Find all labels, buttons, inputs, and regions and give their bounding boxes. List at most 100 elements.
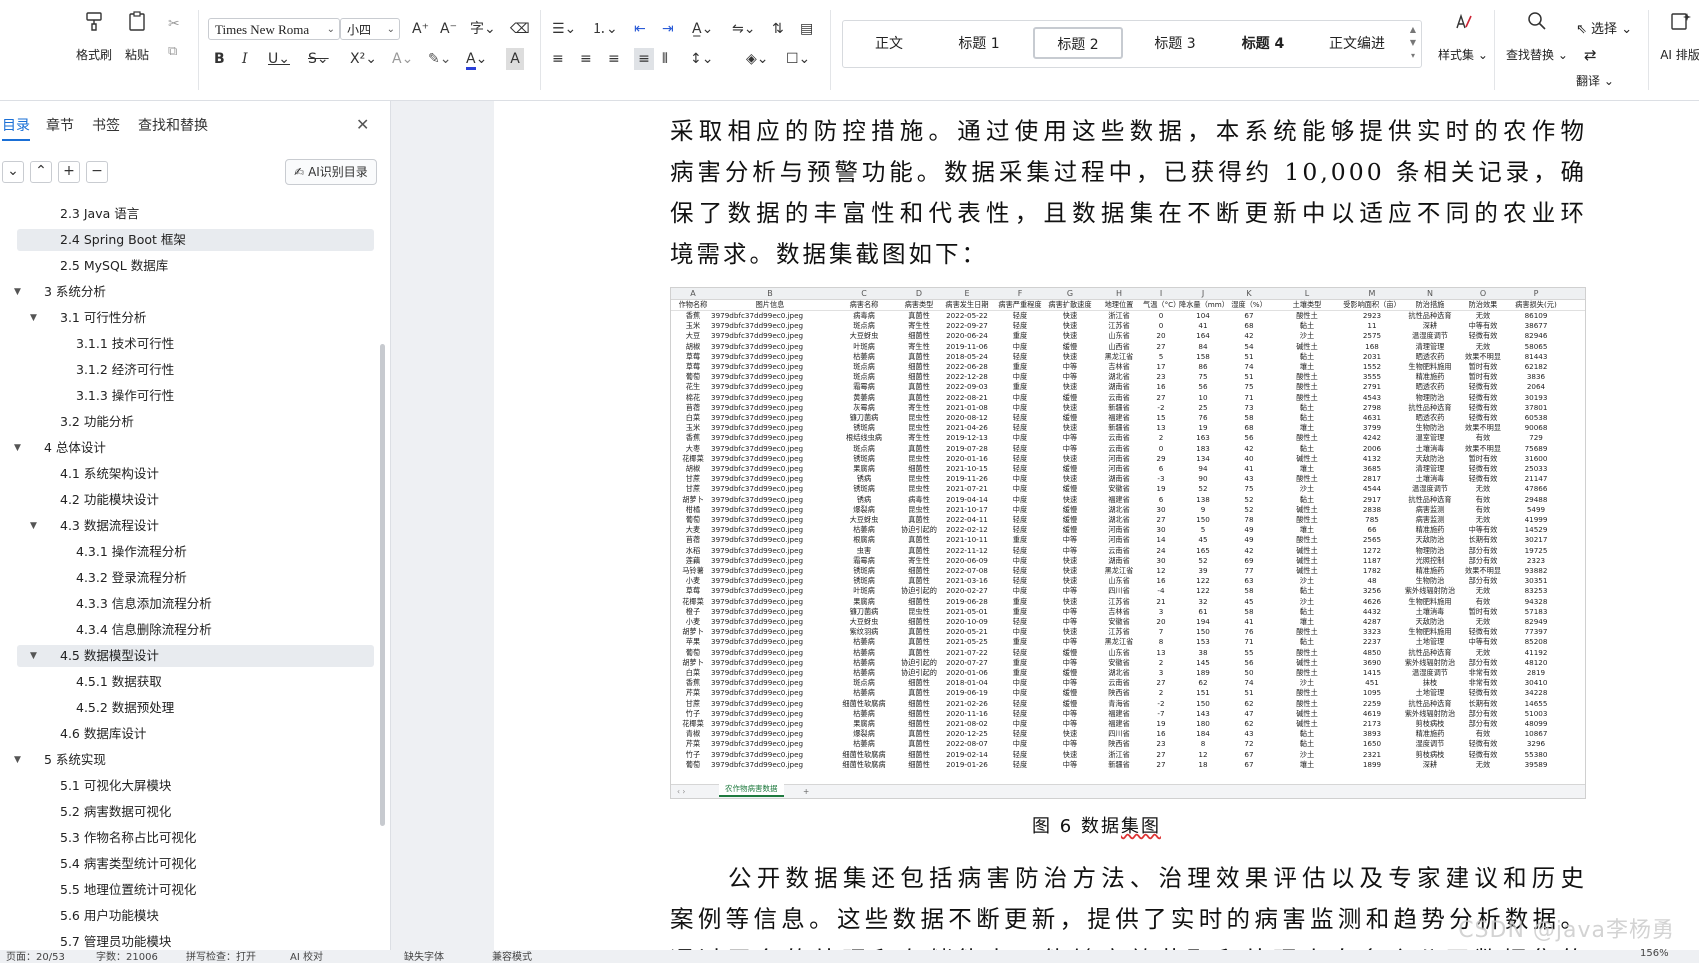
page-indicator[interactable]: 页面：20/53: [6, 948, 65, 963]
style-heading-4[interactable]: 标题 4: [1227, 27, 1299, 59]
toc-item[interactable]: 5.7 管理员功能模块: [0, 929, 380, 950]
toc-item[interactable]: 4.3.2 登录流程分析: [0, 565, 380, 591]
cut-icon[interactable]: ✂: [168, 16, 180, 32]
missing-font-warning[interactable]: 缺失字体: [404, 948, 444, 963]
style-body-indent[interactable]: 正文编进: [1315, 27, 1399, 59]
strikethrough-icon[interactable]: S⌄: [308, 48, 329, 70]
italic-icon[interactable]: I: [242, 48, 248, 70]
bold-icon[interactable]: B: [214, 48, 225, 70]
add-heading-icon[interactable]: +: [58, 161, 80, 183]
copy-icon[interactable]: ⧉: [168, 44, 177, 59]
char-shading-icon[interactable]: A: [506, 48, 524, 70]
underline-icon[interactable]: U⌄: [268, 48, 290, 70]
expand-arrow-icon[interactable]: ▼: [14, 747, 21, 773]
zoom-level[interactable]: 156%: [1640, 948, 1669, 959]
text-direction-icon[interactable]: A̲⌄: [692, 18, 713, 40]
distributed-icon[interactable]: ⫴: [662, 48, 668, 70]
ai-layout-button[interactable]: AI 排版: [1658, 8, 1699, 63]
style-set-button[interactable]: 样式集 ⌄: [1438, 8, 1488, 63]
paste-button[interactable]: 粘贴: [124, 8, 150, 63]
bullet-list-icon[interactable]: ☰⌄: [552, 18, 576, 40]
expand-arrow-icon[interactable]: ▼: [30, 305, 37, 331]
toc-item[interactable]: 4.3.1 操作流程分析: [0, 539, 380, 565]
toc-item[interactable]: 3.2 功能分析: [0, 409, 380, 435]
tab-bookmarks[interactable]: 书签: [92, 115, 120, 135]
border-icon[interactable]: ☐⌄: [786, 48, 810, 70]
collapse-all-icon[interactable]: ⌄: [2, 161, 24, 183]
toc-item[interactable]: 5.4 病害类型统计可视化: [0, 851, 380, 877]
align-right-icon[interactable]: ≡: [608, 48, 620, 70]
tab-find-replace[interactable]: 查找和替换: [138, 115, 208, 135]
font-name-select[interactable]: Times New Roma ⌄: [208, 18, 340, 40]
shading-icon[interactable]: ◈⌄: [746, 48, 769, 70]
expand-arrow-icon[interactable]: ▼: [30, 643, 37, 669]
toc-item[interactable]: 5.2 病害数据可视化: [0, 799, 380, 825]
ai-proof-button[interactable]: AI 校对: [290, 948, 323, 963]
shrink-font-icon[interactable]: A⁻: [440, 18, 457, 40]
toc-item[interactable]: 4.5.1 数据获取: [0, 669, 380, 695]
toc-item[interactable]: 4.3.4 信息删除流程分析: [0, 617, 380, 643]
chinese-layout-icon[interactable]: ⇋⌄: [732, 18, 755, 40]
increase-indent-icon[interactable]: ⇥: [662, 18, 674, 40]
toc-item[interactable]: 5.3 作物名称占比可视化: [0, 825, 380, 851]
font-color-icon[interactable]: A⌄: [466, 48, 487, 70]
toc-item[interactable]: ▼ 5 系统实现: [0, 747, 380, 773]
toc-item[interactable]: ▼ 4 总体设计: [0, 435, 380, 461]
align-center-icon[interactable]: ≡: [580, 48, 592, 70]
expand-arrow-icon[interactable]: ▼: [30, 513, 37, 539]
toc-scrollbar[interactable]: [380, 344, 385, 826]
toc-item[interactable]: 3.1.3 操作可行性: [0, 383, 380, 409]
word-count[interactable]: 字数：21006: [96, 948, 158, 963]
toc-item[interactable]: 3.1.2 经济可行性: [0, 357, 380, 383]
clear-format-icon[interactable]: ⌫: [510, 18, 530, 40]
toc-item[interactable]: 5.1 可视化大屏模块: [0, 773, 380, 799]
grow-font-icon[interactable]: A⁺: [412, 18, 429, 40]
expand-up-icon[interactable]: ⌃: [30, 161, 52, 183]
toc-item[interactable]: 2.5 MySQL 数据库: [0, 253, 380, 279]
toc-item[interactable]: 4.2 功能模块设计: [0, 487, 380, 513]
text-effect-icon[interactable]: A⌄: [392, 48, 413, 70]
decrease-indent-icon[interactable]: ⇤: [634, 18, 646, 40]
toc-item[interactable]: 4.6 数据库设计: [0, 721, 380, 747]
numbered-list-icon[interactable]: ⒈⌄: [592, 18, 618, 40]
font-size-select[interactable]: 小四 ⌄: [340, 18, 400, 40]
toc-item[interactable]: ▼ 4.3 数据流程设计: [0, 513, 380, 539]
remove-heading-icon[interactable]: −: [86, 161, 108, 183]
justify-icon[interactable]: ≡: [634, 48, 654, 70]
style-heading-1[interactable]: 标题 1: [943, 27, 1015, 59]
highlight-icon[interactable]: ✎⌄: [428, 48, 451, 70]
toc-item[interactable]: 2.4 Spring Boot 框架: [0, 227, 380, 253]
format-painter-button[interactable]: 格式刷: [76, 8, 112, 63]
spell-check-status[interactable]: 拼写检查：打开: [186, 948, 256, 963]
align-left-icon[interactable]: ≡: [552, 48, 564, 70]
line-spacing-icon[interactable]: ↕⌄: [690, 48, 713, 70]
toc-item[interactable]: 4.5.2 数据预处理: [0, 695, 380, 721]
find-replace-button[interactable]: 查找替换 ⌄: [1506, 8, 1568, 63]
select-button[interactable]: ⇖ 选择 ⌄: [1576, 18, 1632, 37]
toc-item[interactable]: ▼ 3 系统分析: [0, 279, 380, 305]
style-heading-2[interactable]: 标题 2: [1033, 27, 1123, 59]
translate-icon[interactable]: ⇄: [1584, 46, 1597, 64]
toc-item[interactable]: 4.1 系统架构设计: [0, 461, 380, 487]
toc-item[interactable]: 5.6 用户功能模块: [0, 903, 380, 929]
ai-recognize-toc-button[interactable]: ✍ AI识别目录: [285, 159, 377, 185]
sort-icon[interactable]: ⇅: [772, 18, 784, 40]
tab-chapters[interactable]: 章节: [46, 115, 74, 135]
translate-button[interactable]: 翻译 ⌄: [1576, 72, 1614, 89]
style-heading-3[interactable]: 标题 3: [1139, 27, 1211, 59]
toc-item[interactable]: 2.3 Java 语言: [0, 201, 380, 227]
toc-item[interactable]: ▼ 4.5 数据模型设计: [0, 643, 380, 669]
superscript-icon[interactable]: X²⌄: [350, 48, 377, 70]
style-normal[interactable]: 正文: [861, 27, 917, 59]
toc-item[interactable]: 5.5 地理位置统计可视化: [0, 877, 380, 903]
close-icon[interactable]: ✕: [356, 115, 369, 134]
show-marks-icon[interactable]: ▤: [800, 18, 813, 40]
style-scroll-icon[interactable]: ▲ ▼ ▾: [1407, 23, 1419, 63]
toc-item[interactable]: 4.3.3 信息添加流程分析: [0, 591, 380, 617]
expand-arrow-icon[interactable]: ▼: [14, 279, 21, 305]
phonetic-icon[interactable]: 字⌄: [470, 18, 496, 40]
expand-arrow-icon[interactable]: ▼: [14, 435, 21, 461]
tab-toc[interactable]: 目录: [2, 115, 30, 141]
toc-item[interactable]: 3.1.1 技术可行性: [0, 331, 380, 357]
toc-item[interactable]: ▼ 3.1 可行性分析: [0, 305, 380, 331]
